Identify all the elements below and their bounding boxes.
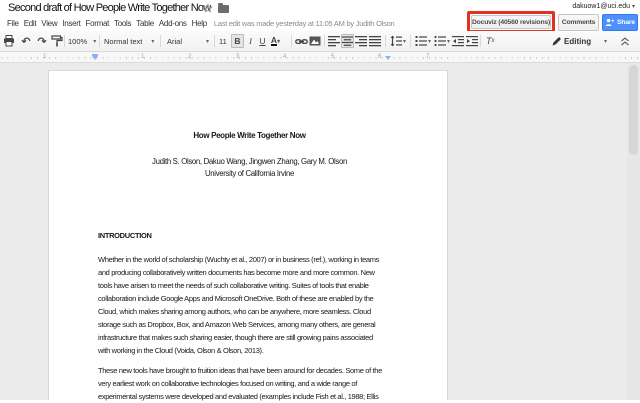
align-left-button[interactable]	[328, 31, 340, 51]
numbered-list-button[interactable]	[415, 31, 427, 51]
redo-button[interactable]: ↷	[35, 31, 49, 51]
doc-paragraph-1: Whether in the world of scholarship (Wuc…	[98, 253, 401, 357]
menu-view[interactable]: View	[41, 19, 57, 28]
menu-table[interactable]: Table	[136, 19, 154, 28]
underline-button[interactable]: U	[256, 31, 269, 51]
chevron-down-icon: ▾	[632, 4, 635, 10]
document-title[interactable]: Second draft of How People Write Togethe…	[8, 2, 210, 14]
document-page[interactable]: How People Write Together Now Judith S. …	[48, 70, 448, 400]
clear-formatting-button[interactable]: Tx	[486, 31, 495, 51]
scrollbar-thumb[interactable]	[629, 65, 638, 155]
pencil-icon	[552, 36, 562, 46]
print-button[interactable]	[3, 31, 15, 51]
doc-section-heading: INTRODUCTION	[98, 229, 401, 242]
doc-affiliation: University of California Irvine	[98, 167, 401, 180]
annotation-red-box: Docuviz (40560 revisions)	[467, 11, 555, 33]
comments-button[interactable]: Comments	[558, 14, 599, 31]
paint-format-button[interactable]	[51, 31, 63, 51]
align-center-button[interactable]	[341, 34, 354, 48]
first-line-indent-marker[interactable]	[92, 56, 98, 60]
bold-button[interactable]: B	[231, 34, 244, 48]
scrollbar[interactable]	[627, 63, 640, 400]
paragraph-style-select[interactable]: Normal text▾	[104, 31, 154, 51]
line-spacing-button[interactable]	[390, 31, 402, 51]
doc-heading-title: How People Write Together Now	[98, 129, 401, 142]
folder-icon[interactable]	[218, 5, 229, 13]
docuviz-button[interactable]: Docuviz (40560 revisions)	[471, 15, 551, 29]
menu-insert[interactable]: Insert	[62, 19, 80, 28]
zoom-select[interactable]: 100%▾	[68, 31, 96, 51]
justify-button[interactable]	[369, 31, 381, 51]
right-indent-marker[interactable]	[385, 56, 391, 60]
decrease-indent-button[interactable]	[452, 31, 464, 51]
share-button[interactable]: Share	[602, 14, 638, 31]
star-icon[interactable]	[203, 3, 213, 13]
account-email[interactable]: dakuow1@uci.edu ▾	[572, 3, 635, 10]
menu-addons[interactable]: Add-ons	[159, 19, 187, 28]
insert-image-button[interactable]	[309, 31, 321, 51]
align-right-button[interactable]	[355, 31, 367, 51]
doc-paragraph-2: These new tools have brought to fruition…	[98, 364, 401, 403]
insert-link-button[interactable]	[295, 31, 308, 51]
increase-indent-button[interactable]	[466, 31, 478, 51]
collapse-toolbar-icon[interactable]	[620, 31, 630, 51]
menu-tools[interactable]: Tools	[114, 19, 131, 28]
menu-bar: File Edit View Insert Format Tools Table…	[7, 17, 394, 30]
font-select[interactable]: Arial▾	[167, 31, 209, 51]
menu-help[interactable]: Help	[192, 19, 207, 28]
mode-selector[interactable]	[552, 31, 562, 51]
menu-format[interactable]: Format	[86, 19, 110, 28]
document-canvas: How People Write Together Now Judith S. …	[0, 63, 640, 400]
menu-file[interactable]: File	[7, 19, 19, 28]
menu-edit[interactable]: Edit	[24, 19, 37, 28]
person-icon	[605, 18, 614, 27]
text-color-button[interactable]: A▾	[269, 31, 282, 51]
undo-button[interactable]: ↶	[19, 31, 33, 51]
bulleted-list-button[interactable]	[434, 31, 446, 51]
ruler[interactable]: 1 1 2 3 4 5 6 7	[0, 52, 640, 63]
last-edit-status[interactable]: Last edit was made yesterday at 11:05 AM…	[214, 19, 395, 28]
